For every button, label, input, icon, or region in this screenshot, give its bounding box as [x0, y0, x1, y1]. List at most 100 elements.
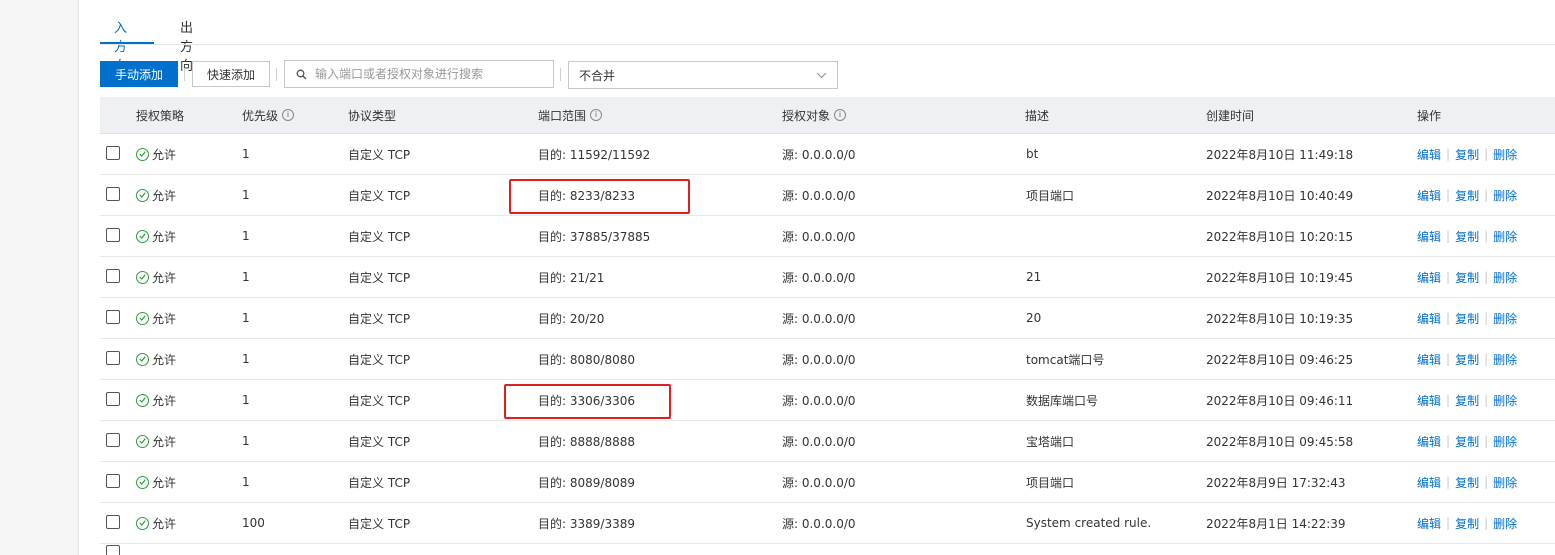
delete-link[interactable]: 删除	[1493, 515, 1517, 532]
partial-row	[100, 535, 1555, 555]
manual-add-button[interactable]: 手动添加	[100, 61, 178, 87]
table-row: 允许 1 自定义 TCP 目的: 20/20 源: 0.0.0.0/0 20 2022年8月…	[100, 298, 1555, 339]
policy-cell: 允许	[136, 134, 176, 174]
merge-select[interactable]: 不合并	[568, 61, 838, 89]
tabs-divider	[99, 44, 1555, 45]
check-circle-icon	[136, 352, 149, 366]
protocol-cell: 自定义 TCP	[348, 434, 411, 449]
edit-link[interactable]: 编辑	[1417, 146, 1441, 163]
auth-object-cell: 源: 0.0.0.0/0	[782, 188, 856, 203]
edit-link[interactable]: 编辑	[1417, 474, 1441, 491]
action-divider: |	[1484, 311, 1489, 325]
merge-select-value: 不合并	[579, 68, 616, 83]
action-divider: |	[1484, 188, 1489, 202]
row-checkbox[interactable]	[106, 545, 120, 555]
quick-add-button[interactable]: 快速添加	[192, 61, 270, 87]
protocol-cell: 自定义 TCP	[348, 147, 411, 162]
header-actions: 操作	[1417, 108, 1442, 123]
edit-link[interactable]: 编辑	[1417, 269, 1441, 286]
info-icon[interactable]: i	[590, 109, 603, 121]
delete-link[interactable]: 删除	[1493, 351, 1517, 368]
protocol-cell: 自定义 TCP	[348, 188, 411, 203]
priority-cell: 1	[242, 475, 250, 489]
row-checkbox[interactable]	[106, 351, 120, 365]
check-circle-icon	[136, 188, 149, 202]
copy-link[interactable]: 复制	[1455, 351, 1479, 368]
delete-link[interactable]: 删除	[1493, 187, 1517, 204]
policy-label: 允许	[152, 229, 177, 244]
copy-link[interactable]: 复制	[1455, 392, 1479, 409]
table-row: 允许 1 自定义 TCP 目的: 8089/8089 源: 0.0.0.0/0 项目端口 2…	[100, 462, 1555, 503]
action-divider: |	[1484, 475, 1489, 489]
toolbar-divider	[184, 68, 185, 81]
copy-link[interactable]: 复制	[1455, 228, 1479, 245]
action-divider: |	[1484, 229, 1489, 243]
check-circle-icon	[136, 270, 149, 284]
edit-link[interactable]: 编辑	[1417, 351, 1441, 368]
port-range-cell: 目的: 8888/8888	[538, 434, 635, 449]
row-checkbox[interactable]	[106, 269, 120, 283]
actions-cell: 编辑 | 复制 | 删除	[1417, 298, 1517, 338]
edit-link[interactable]: 编辑	[1417, 392, 1441, 409]
row-checkbox[interactable]	[106, 474, 120, 488]
delete-link[interactable]: 删除	[1493, 310, 1517, 327]
action-divider: |	[1484, 393, 1489, 407]
policy-cell: 允许	[136, 257, 176, 297]
edit-link[interactable]: 编辑	[1417, 228, 1441, 245]
copy-link[interactable]: 复制	[1455, 146, 1479, 163]
action-divider: |	[1446, 352, 1451, 366]
header-port-range-label: 端口范围	[538, 108, 587, 123]
copy-link[interactable]: 复制	[1455, 474, 1479, 491]
copy-link[interactable]: 复制	[1455, 310, 1479, 327]
copy-link[interactable]: 复制	[1455, 433, 1479, 450]
actions-cell: 编辑 | 复制 | 删除	[1417, 462, 1517, 502]
copy-link[interactable]: 复制	[1455, 515, 1479, 532]
header-priority-label: 优先级	[242, 108, 279, 123]
copy-link[interactable]: 复制	[1455, 269, 1479, 286]
actions-cell: 编辑 | 复制 | 删除	[1417, 380, 1517, 420]
description-cell: tomcat端口号	[1026, 352, 1105, 367]
info-icon[interactable]: i	[834, 109, 847, 121]
delete-link[interactable]: 删除	[1493, 474, 1517, 491]
info-icon[interactable]: i	[282, 109, 295, 121]
row-checkbox[interactable]	[106, 433, 120, 447]
row-checkbox[interactable]	[106, 515, 120, 529]
edit-link[interactable]: 编辑	[1417, 433, 1441, 450]
policy-label: 允许	[152, 516, 177, 531]
actions-cell: 编辑 | 复制 | 删除	[1417, 216, 1517, 256]
delete-link[interactable]: 删除	[1493, 392, 1517, 409]
action-divider: |	[1446, 229, 1451, 243]
created-time-cell: 2022年8月10日 09:45:58	[1206, 434, 1354, 449]
port-range-cell: 目的: 20/20	[538, 311, 605, 326]
search-input[interactable]	[311, 67, 553, 81]
edit-link[interactable]: 编辑	[1417, 515, 1441, 532]
auth-object-cell: 源: 0.0.0.0/0	[782, 475, 856, 490]
header-protocol: 协议类型	[348, 108, 397, 123]
description-cell: 20	[1026, 311, 1042, 325]
header-port-range: 端口范围 i	[538, 97, 603, 133]
edit-link[interactable]: 编辑	[1417, 187, 1441, 204]
row-checkbox[interactable]	[106, 228, 120, 242]
delete-link[interactable]: 删除	[1493, 433, 1517, 450]
delete-link[interactable]: 删除	[1493, 146, 1517, 163]
protocol-cell: 自定义 TCP	[348, 270, 411, 285]
description-cell: 宝塔端口	[1026, 434, 1075, 449]
row-checkbox[interactable]	[106, 310, 120, 324]
description-cell: 项目端口	[1026, 188, 1075, 203]
check-circle-icon	[136, 147, 149, 161]
row-checkbox[interactable]	[106, 187, 120, 201]
created-time-cell: 2022年8月9日 17:32:43	[1206, 475, 1346, 490]
table-row: 允许 1 自定义 TCP 目的: 8080/8080 源: 0.0.0.0/0 tomca…	[100, 339, 1555, 380]
row-checkbox[interactable]	[106, 392, 120, 406]
row-checkbox[interactable]	[106, 146, 120, 160]
delete-link[interactable]: 删除	[1493, 269, 1517, 286]
created-time-cell: 2022年8月10日 09:46:11	[1206, 393, 1354, 408]
priority-cell: 1	[242, 188, 250, 202]
action-divider: |	[1446, 434, 1451, 448]
created-time-cell: 2022年8月10日 10:19:45	[1206, 270, 1354, 285]
policy-cell: 允许	[136, 175, 176, 215]
edit-link[interactable]: 编辑	[1417, 310, 1441, 327]
chevron-down-icon	[816, 68, 827, 82]
delete-link[interactable]: 删除	[1493, 228, 1517, 245]
copy-link[interactable]: 复制	[1455, 187, 1479, 204]
